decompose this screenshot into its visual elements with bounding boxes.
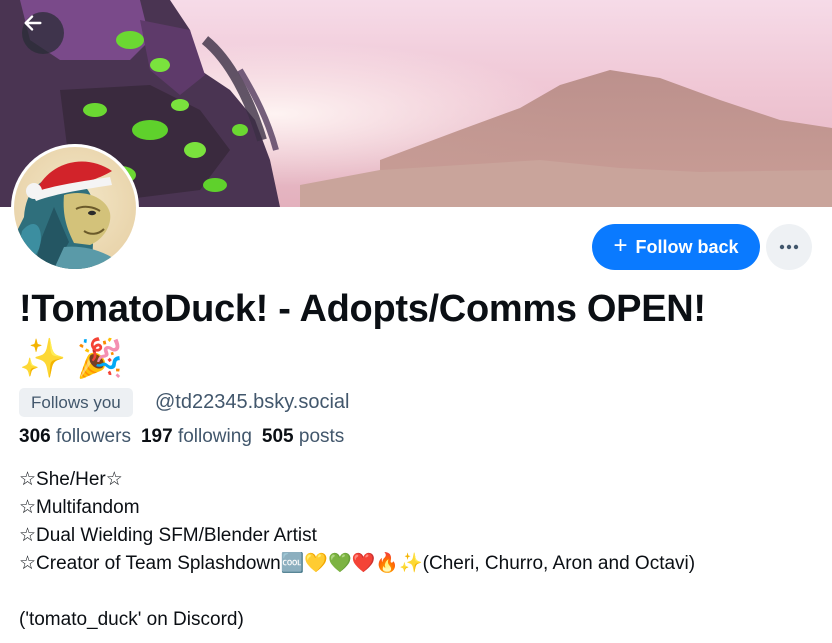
bio-line: ☆Multifandom [19, 497, 140, 518]
posts-stat: 505 posts [262, 426, 344, 447]
following-label: following [177, 426, 252, 447]
arrow-left-icon [24, 15, 42, 31]
display-name-emojis: ✨ 🎉 [19, 338, 124, 380]
follow-back-label: Follow back [635, 236, 739, 257]
ellipsis-icon [779, 244, 799, 250]
back-button[interactable] [22, 12, 64, 54]
followers-link[interactable]: 306 followers [19, 426, 131, 447]
profile-bio: ☆She/Her☆ ☆Multifandom ☆Dual Wielding SF… [19, 466, 695, 634]
more-options-button[interactable] [766, 224, 812, 270]
posts-count: 505 [261, 426, 294, 447]
followers-label: followers [55, 426, 131, 447]
display-name: !TomatoDuck! - Adopts/Comms OPEN! ✨ 🎉 [19, 284, 819, 384]
bio-line: ('tomato_duck' on Discord) [19, 609, 244, 630]
avatar[interactable] [11, 144, 139, 272]
bio-line [19, 578, 695, 606]
following-count: 197 [140, 426, 173, 447]
bio-line: ☆Dual Wielding SFM/Blender Artist [19, 525, 317, 546]
followers-count: 306 [19, 426, 51, 447]
bio-line: ☆Creator of Team Splashdown🆒💛💚❤️🔥✨(Cheri… [19, 553, 696, 574]
profile-page: + Follow back !TomatoDuck! - Adopts/Comm… [0, 0, 832, 643]
follows-you-badge: Follows you [19, 388, 133, 417]
profile-handle: @td22345.bsky.social [155, 391, 350, 413]
follow-back-button[interactable]: + Follow back [592, 224, 760, 270]
bio-line: ☆She/Her☆ [19, 469, 123, 490]
avatar-image [14, 147, 136, 269]
posts-label: posts [298, 426, 345, 447]
profile-stats: 306 followers 197 following 505 posts [19, 426, 344, 448]
display-name-text: !TomatoDuck! - Adopts/Comms OPEN! [19, 288, 706, 330]
plus-icon: + [613, 232, 628, 259]
following-link[interactable]: 197 following [141, 426, 252, 447]
